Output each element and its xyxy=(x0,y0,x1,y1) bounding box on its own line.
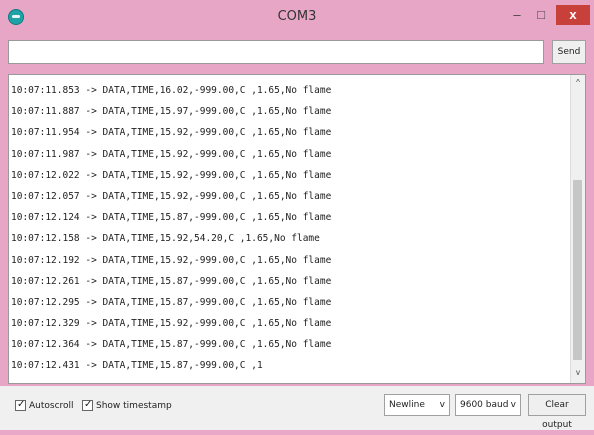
output-line: 10:07:12.261 -> DATA,TIME,15.87,-999.00,… xyxy=(11,275,332,287)
chevron-down-icon: v xyxy=(510,400,516,410)
output-line: 10:07:11.853 -> DATA,TIME,16.02,-999.00,… xyxy=(11,85,332,96)
vertical-scrollbar[interactable]: ^ v xyxy=(570,75,585,383)
output-line: 10:07:12.295 -> DATA,TIME,15.87,-999.00,… xyxy=(11,296,332,308)
serial-monitor-window: COM3 – □ x Send 10:07:11.853 -> DATA,TIM… xyxy=(0,0,594,430)
serial-output[interactable]: 10:07:11.853 -> DATA,TIME,16.02,-999.00,… xyxy=(8,74,586,384)
output-line: 10:07:12.124 -> DATA,TIME,15.87,-999.00,… xyxy=(11,212,332,224)
show-timestamp-label: Show timestamp xyxy=(96,401,172,411)
output-line: 10:07:12.364 -> DATA,TIME,15.87,-999.00,… xyxy=(11,339,332,351)
output-line: 10:07:11.954 -> DATA,TIME,15.92,-999.00,… xyxy=(11,127,332,139)
checkbox-checked-icon xyxy=(82,398,93,412)
output-lines: 10:07:11.853 -> DATA,TIME,16.02,-999.00,… xyxy=(11,80,331,377)
checkbox-checked-icon xyxy=(15,398,26,412)
send-button[interactable]: Send xyxy=(552,40,586,64)
window-title: COM3 xyxy=(277,9,317,24)
maximize-button[interactable]: □ xyxy=(530,5,552,25)
output-line: 10:07:11.987 -> DATA,TIME,15.92,-999.00,… xyxy=(11,148,332,160)
line-ending-value: Newline xyxy=(389,400,425,410)
clear-output-button[interactable]: Clear output xyxy=(528,394,586,430)
autoscroll-label: Autoscroll xyxy=(29,401,74,411)
scroll-up-arrow-icon[interactable]: ^ xyxy=(571,78,585,90)
line-ending-select[interactable]: Newline v xyxy=(384,394,450,416)
send-input[interactable] xyxy=(8,40,544,64)
bottom-toolbar: Autoscroll Show timestamp Newline v 9600… xyxy=(0,386,594,430)
baud-rate-value: 9600 baud xyxy=(460,400,509,410)
output-line: 10:07:12.158 -> DATA,TIME,15.92,54.20,C … xyxy=(11,233,320,245)
close-button[interactable]: x xyxy=(556,5,590,25)
title-bar: COM3 – □ x xyxy=(0,0,594,34)
output-line: 10:07:11.887 -> DATA,TIME,15.97,-999.00,… xyxy=(11,106,332,118)
autoscroll-checkbox[interactable]: Autoscroll xyxy=(15,398,74,413)
output-line: 10:07:12.329 -> DATA,TIME,15.92,-999.00,… xyxy=(11,318,332,330)
scrollbar-thumb[interactable] xyxy=(573,180,582,360)
baud-rate-select[interactable]: 9600 baud v xyxy=(455,394,521,416)
minimize-button[interactable]: – xyxy=(506,5,528,25)
scroll-down-arrow-icon[interactable]: v xyxy=(571,368,585,380)
send-row: Send xyxy=(8,40,586,66)
output-line: 10:07:12.192 -> DATA,TIME,15.92,-999.00,… xyxy=(11,254,332,266)
show-timestamp-checkbox[interactable]: Show timestamp xyxy=(82,398,172,413)
output-line: 10:07:12.022 -> DATA,TIME,15.92,-999.00,… xyxy=(11,169,332,181)
output-line: 10:07:12.057 -> DATA,TIME,15.92,-999.00,… xyxy=(11,190,332,202)
chevron-down-icon: v xyxy=(439,400,445,410)
output-line: 10:07:12.431 -> DATA,TIME,15.87,-999.00,… xyxy=(11,360,263,372)
